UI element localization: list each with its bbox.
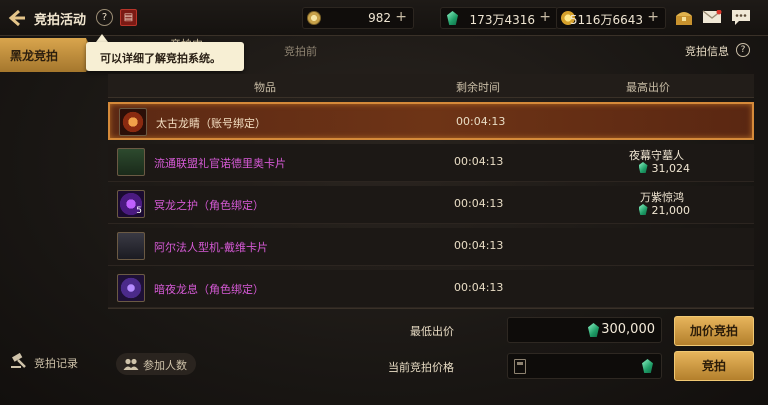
current-bid-label: 当前竞拍价格 (388, 361, 454, 374)
green-gem-icon (588, 323, 599, 337)
min-bid-value: 300,000 (601, 322, 655, 337)
calculator-icon[interactable] (514, 359, 526, 374)
top-bid-amount: 21,000 (638, 204, 691, 217)
table-header: 物品 剩余时间 最高出价 (108, 74, 754, 98)
table-row[interactable]: 阿尔法人型机-戴维卡片 00:04:13 (108, 228, 754, 266)
item-count-badge: 5 (136, 206, 142, 216)
add-currency-button[interactable]: + (647, 9, 659, 25)
auction-record-button[interactable]: 竞拍记录 (8, 352, 88, 372)
remaining-time: 00:04:13 (454, 197, 504, 210)
currency-gold-coupon: 982 + (302, 7, 414, 29)
item-name: 暗夜龙息（角色绑定） (154, 283, 264, 296)
min-bid-label: 最低出价 (410, 325, 454, 338)
table-row[interactable]: 流通联盟礼官诺德里奥卡片 00:04:13 夜幕守墓人 31,024 (108, 144, 754, 182)
add-currency-button[interactable]: + (539, 9, 551, 25)
top-bid-value: 31,024 (651, 162, 691, 175)
auction-record-label: 竞拍记录 (34, 357, 78, 370)
calendar-icon[interactable]: ▤ (120, 9, 137, 26)
top-bidder-name: 万紫惊鸿 (640, 191, 684, 204)
column-header-time: 剩余时间 (456, 81, 500, 94)
sidebar-item-black-dragon-auction[interactable]: 黑龙竞拍 (0, 38, 86, 72)
tab-pre-auction[interactable]: 竞拍前 (284, 43, 317, 59)
currency-value: 982 (368, 11, 391, 25)
min-bid-display: 300,000 (507, 317, 662, 343)
robot-card-item-icon (117, 232, 145, 260)
gold-coin-icon (307, 11, 321, 25)
table-row[interactable]: 暗夜龙息（角色绑定） 00:04:13 (108, 270, 754, 308)
green-gem-icon (447, 11, 458, 28)
currency-value: 173万4316 (469, 13, 535, 27)
divider (108, 308, 754, 309)
add-currency-button[interactable]: + (395, 9, 407, 25)
mail-icon[interactable] (702, 10, 722, 24)
dragon-eye-item-icon (119, 108, 147, 136)
back-arrow-icon[interactable] (8, 9, 26, 27)
character-card-item-icon (117, 148, 145, 176)
currency-gold: 5116万6643 + (556, 7, 666, 29)
dragon-breath-item-icon (117, 274, 145, 302)
participants-button[interactable]: 参加人数 (116, 353, 196, 375)
item-name: 太古龙睛（账号绑定） (156, 117, 266, 130)
bid-amount-input[interactable] (507, 353, 662, 379)
green-gem-icon (642, 359, 653, 373)
people-icon (123, 358, 139, 370)
treasure-chest-icon[interactable] (674, 9, 694, 26)
item-name: 冥龙之护（角色绑定） (154, 199, 264, 212)
currency-value: 5116万6643 (569, 13, 643, 27)
top-bar: 竞拍活动 ? ▤ 982 + 173万4316 + 5116万6643 + (0, 0, 768, 36)
remaining-time: 00:04:13 (454, 239, 504, 252)
dragon-guard-item-icon: 5 (117, 190, 145, 218)
tooltip-tail (96, 34, 108, 42)
top-bid-value: 21,000 (651, 204, 691, 217)
chat-icon[interactable] (731, 9, 751, 26)
page-title: 竞拍活动 (34, 13, 87, 28)
help-icon[interactable]: ? (736, 43, 750, 57)
top-bid-amount: 31,024 (638, 162, 691, 175)
green-gem-icon (638, 204, 648, 215)
help-icon[interactable]: ? (96, 9, 113, 26)
green-gem-icon (638, 162, 648, 173)
currency-gem: 173万4316 + (440, 7, 558, 29)
gavel-icon (11, 353, 26, 368)
help-tooltip: 可以详细了解竞拍系统。 (86, 42, 244, 71)
table-row[interactable]: 太古龙睛（账号绑定） 00:04:13 (108, 102, 754, 140)
table-row[interactable]: 5 冥龙之护（角色绑定） 00:04:13 万紫惊鸿 21,000 (108, 186, 754, 224)
auction-info-link[interactable]: 竞拍信息 (685, 43, 729, 59)
item-name: 阿尔法人型机-戴维卡片 (154, 241, 268, 254)
column-header-item: 物品 (254, 81, 276, 94)
column-header-bid: 最高出价 (626, 81, 670, 94)
remaining-time: 00:04:13 (454, 281, 504, 294)
bid-button[interactable]: 竞拍 (674, 351, 754, 381)
raise-bid-button[interactable]: 加价竞拍 (674, 316, 754, 346)
item-name: 流通联盟礼官诺德里奥卡片 (154, 157, 286, 170)
top-bidder-name: 夜幕守墓人 (629, 149, 684, 162)
remaining-time: 00:04:13 (454, 155, 504, 168)
remaining-time: 00:04:13 (456, 115, 506, 128)
participants-label: 参加人数 (143, 359, 187, 372)
